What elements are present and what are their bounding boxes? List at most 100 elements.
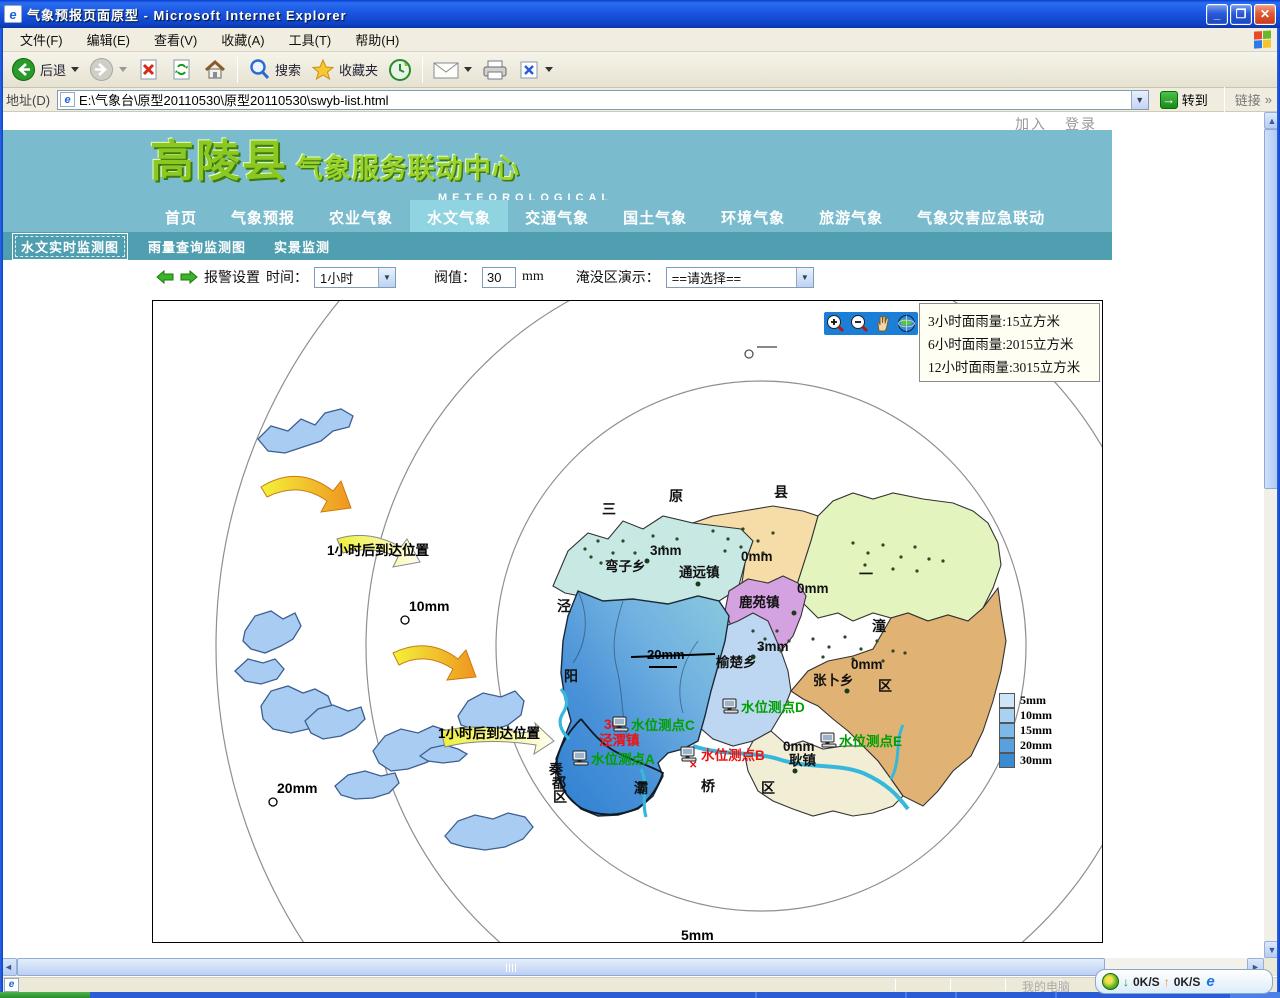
search-label: 搜索	[275, 60, 301, 79]
station-d-label: 水位测点D	[741, 699, 805, 715]
map-zoom-in-icon[interactable]	[826, 314, 845, 333]
area-char: 区	[553, 789, 567, 805]
forward-dropdown-icon[interactable]	[119, 67, 127, 72]
legend-label: 10mm	[1020, 708, 1052, 723]
forward-button[interactable]	[84, 55, 132, 84]
edit-button[interactable]	[513, 57, 558, 83]
menu-file[interactable]: 文件(F)	[8, 27, 75, 52]
nav-land[interactable]: 国土气象	[606, 200, 704, 232]
hydrology-map[interactable]: 10mm 20mm 5mm 20mm 1小时后到达位置 1小时后到达位置	[152, 300, 1103, 943]
station-d-pc-icon	[723, 699, 738, 713]
nav-disaster-emergency[interactable]: 气象灾害应急联动	[900, 200, 1062, 232]
back-button[interactable]: 后退	[6, 55, 84, 84]
contour-20mm-line-label: 20mm	[647, 647, 685, 662]
time-select-value: 1小时	[315, 268, 378, 287]
legend-item: 20mm	[999, 738, 1052, 753]
address-input[interactable]: e E:\气象台\原型20110530\原型20110530\swyb-list…	[57, 90, 1149, 110]
contour-20mm-label: 20mm	[277, 780, 317, 796]
threshold-input[interactable]: 30	[482, 267, 516, 288]
map-zoom-out-icon[interactable]	[850, 314, 869, 333]
nav-hydrology[interactable]: 水文气象	[410, 200, 508, 232]
home-button[interactable]	[198, 56, 232, 83]
go-arrow-icon: →	[1160, 91, 1178, 109]
station-d[interactable]: 水位测点D	[723, 699, 805, 715]
legend-label: 20mm	[1020, 738, 1052, 753]
back-dropdown-icon[interactable]	[71, 67, 79, 72]
print-button[interactable]	[477, 57, 513, 83]
address-separator	[1224, 87, 1225, 113]
home-icon	[203, 58, 227, 81]
map-canvas: 10mm 20mm 5mm 20mm 1小时后到达位置 1小时后到达位置	[153, 301, 1102, 942]
flood-demo-label: 淹没区演示：	[576, 267, 660, 287]
map-pan-hand-icon[interactable]	[873, 314, 892, 333]
links-menu[interactable]: 链接 »	[1235, 90, 1276, 109]
horizontal-scroll-thumb[interactable]	[17, 958, 1105, 976]
map-globe-icon[interactable]	[897, 314, 916, 333]
time-label: 时间：	[266, 267, 308, 287]
download-arrow-icon: ↓	[1123, 975, 1129, 989]
menu-edit[interactable]: 编辑(E)	[75, 27, 142, 52]
flood-select-value: ==请选择==	[667, 268, 796, 287]
subtab-rainfall-query[interactable]: 雨量查询监测图	[148, 237, 246, 256]
nav-tourism[interactable]: 旅游气象	[802, 200, 900, 232]
refresh-button[interactable]	[165, 56, 198, 83]
region-tongyuan-value: 0mm	[741, 549, 773, 564]
favorites-label: 收藏夹	[339, 60, 378, 79]
ie-logo-icon: e	[1206, 973, 1214, 990]
minimize-button[interactable]: _	[1206, 4, 1228, 25]
legend-label: 5mm	[1020, 693, 1046, 708]
time-select[interactable]: 1小时 ▼	[314, 267, 396, 288]
mail-button[interactable]	[428, 58, 477, 82]
area-char: 灞	[634, 780, 648, 796]
region-wanzi-label: 弯子乡	[605, 558, 646, 574]
alarm-controls: 报警设置 时间： 1小时 ▼ 阀值： 30 mm 淹没区演示： ==请选择== …	[156, 264, 814, 290]
restore-button[interactable]: ❐	[1230, 4, 1252, 25]
edit-dropdown-icon[interactable]	[545, 67, 553, 72]
menu-tools[interactable]: 工具(T)	[277, 27, 344, 52]
prev-arrow-icon[interactable]	[156, 270, 174, 284]
main-nav: 首页 气象预报 农业气象 水文气象 交通气象 国土气象 环境气象 旅游气象 气象…	[0, 200, 1112, 232]
station-a[interactable]: 水位测点A	[573, 751, 655, 767]
nav-weather-forecast[interactable]: 气象预报	[214, 200, 312, 232]
time-select-arrow-icon[interactable]: ▼	[378, 268, 395, 287]
speed-app-icon	[1102, 973, 1119, 990]
next-arrow-icon[interactable]	[180, 270, 198, 284]
nav-environment[interactable]: 环境气象	[704, 200, 802, 232]
region-luyuan-label: 鹿苑镇	[738, 594, 780, 610]
page-favicon: e	[60, 92, 75, 107]
favorites-button[interactable]: 收藏夹	[306, 56, 383, 83]
mail-dropdown-icon[interactable]	[464, 67, 472, 72]
favorites-star-icon	[311, 58, 335, 81]
forward-icon	[89, 57, 114, 82]
menu-favorites[interactable]: 收藏(A)	[209, 27, 276, 52]
horizontal-scrollbar[interactable]: ◄ ►	[0, 958, 1264, 976]
region-luyuan-value: 0mm	[797, 581, 829, 596]
go-button[interactable]: → 转到	[1154, 89, 1214, 110]
flood-select[interactable]: ==请选择== ▼	[666, 267, 814, 288]
nav-traffic[interactable]: 交通气象	[508, 200, 606, 232]
search-button[interactable]: 搜索	[243, 56, 306, 83]
nav-home[interactable]: 首页	[148, 200, 214, 232]
station-b-pc-icon	[681, 747, 696, 761]
close-button[interactable]: ✕	[1254, 4, 1276, 25]
start-button[interactable]	[0, 992, 90, 998]
stop-button[interactable]	[132, 56, 165, 83]
legend-item: 15mm	[999, 723, 1052, 738]
threshold-unit: mm	[522, 269, 544, 285]
legend-item: 10mm	[999, 708, 1052, 723]
station-e[interactable]: 水位测点E	[821, 733, 902, 749]
upload-speed: 0K/S	[1174, 975, 1201, 989]
menu-view[interactable]: 查看(V)	[142, 27, 209, 52]
history-button[interactable]	[383, 56, 417, 84]
area-char: 原	[669, 488, 683, 504]
subtab-realtime-monitor[interactable]: 水文实时监测图	[12, 233, 128, 260]
window-border-left	[0, 28, 3, 992]
nav-agriculture[interactable]: 农业气象	[312, 200, 410, 232]
station-c[interactable]: 水位测点C	[613, 717, 695, 733]
region-green-east[interactable]	[795, 493, 1001, 621]
menu-help[interactable]: 帮助(H)	[343, 27, 411, 52]
address-dropdown-icon[interactable]: ▼	[1131, 91, 1148, 109]
flood-select-arrow-icon[interactable]: ▼	[796, 268, 813, 287]
subtab-live-view[interactable]: 实景监测	[274, 237, 330, 256]
region-wanzi[interactable]	[553, 516, 753, 604]
